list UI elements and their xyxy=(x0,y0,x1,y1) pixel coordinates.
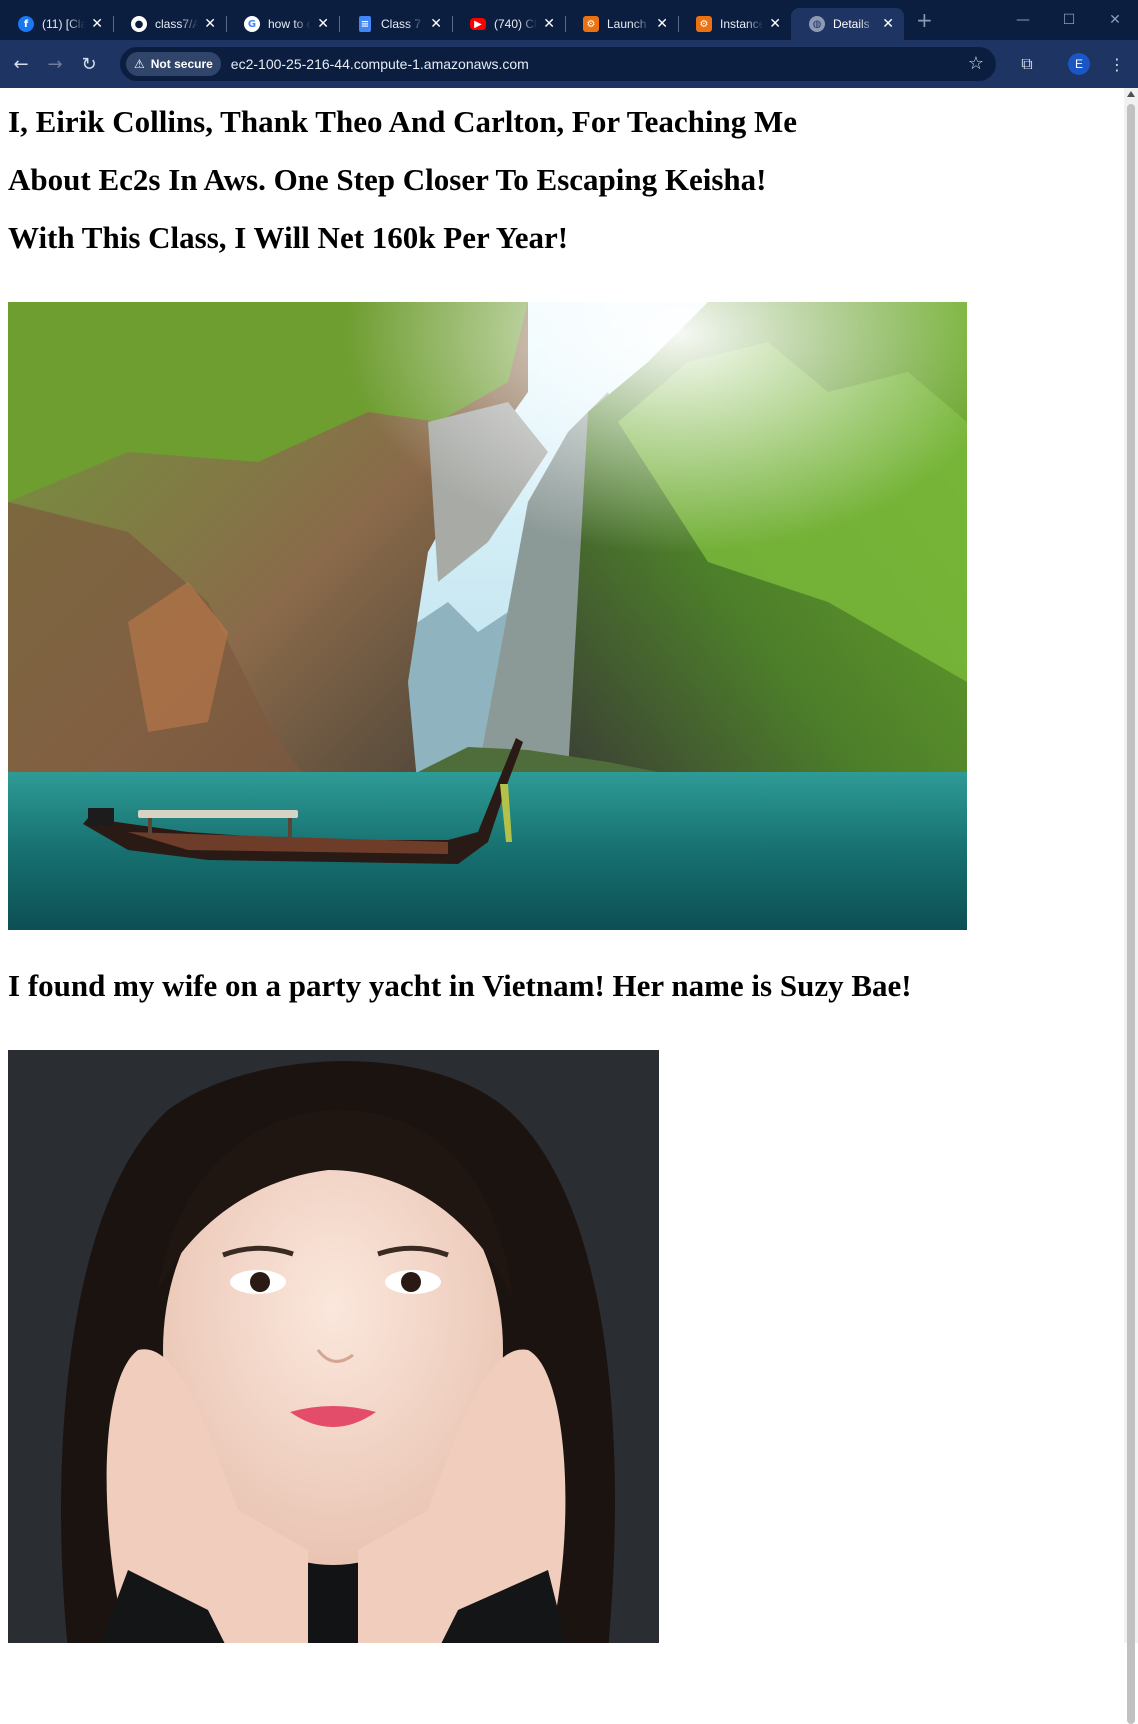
tab-title: Class 7 L xyxy=(381,17,424,31)
window-close-icon[interactable]: ✕ xyxy=(1092,0,1138,40)
portrait-image xyxy=(8,1050,659,1643)
close-icon[interactable]: ✕ xyxy=(430,16,442,32)
heading-thanks: I, Eirik Collins, Thank Theo And Carlton… xyxy=(8,104,797,139)
tab-google-docs[interactable]: ≡ Class 7 L ✕ xyxy=(339,8,452,40)
tab-title: Launch xyxy=(607,17,647,31)
tab-youtube[interactable]: ▶ (740) Cl ✕ xyxy=(452,8,565,40)
tab-strip: f (11) [Cla ✕ ● class7/A ✕ G how to c ✕ … xyxy=(0,0,1138,40)
tab-title: (11) [Cla xyxy=(42,17,86,31)
aws-icon: ⚙ xyxy=(696,16,712,32)
forward-icon[interactable]: → xyxy=(38,47,72,81)
menu-icon[interactable]: ⋮ xyxy=(1100,47,1134,81)
lagoon-boat-image xyxy=(8,302,967,930)
close-icon[interactable]: ✕ xyxy=(91,16,103,32)
minimize-icon[interactable]: — xyxy=(1000,0,1046,40)
warning-icon: ⚠ xyxy=(134,57,145,71)
facebook-icon: f xyxy=(18,16,34,32)
heading-salary: With This Class, I Will Net 160k Per Yea… xyxy=(8,220,569,255)
youtube-icon: ▶ xyxy=(470,18,486,30)
scroll-up-icon[interactable] xyxy=(1127,91,1135,97)
cast-search-icon[interactable]: ⧉ xyxy=(1010,47,1044,81)
tab-facebook[interactable]: f (11) [Cla ✕ xyxy=(0,8,113,40)
close-icon[interactable]: ✕ xyxy=(656,16,668,32)
tab-details[interactable]: ◍ Details ✕ xyxy=(791,8,904,40)
aws-icon: ⚙ xyxy=(583,16,599,32)
maximize-icon[interactable]: ☐ xyxy=(1046,0,1092,40)
avatar: E xyxy=(1068,53,1090,75)
tab-title: Details xyxy=(833,17,870,31)
close-icon[interactable]: ✕ xyxy=(769,16,781,32)
close-icon[interactable]: ✕ xyxy=(543,16,555,32)
tab-title: Instance xyxy=(720,17,764,31)
page-content: I, Eirik Collins, Thank Theo And Carlton… xyxy=(0,88,1124,1643)
tab-github[interactable]: ● class7/A ✕ xyxy=(113,8,226,40)
reload-icon[interactable]: ↻ xyxy=(72,47,106,81)
browser-toolbar: ← → ↻ ⚠ Not secure ec2-100-25-216-44.com… xyxy=(0,40,1138,88)
tab-title: how to c xyxy=(268,17,312,31)
heading-wife: I found my wife on a party yacht in Viet… xyxy=(8,968,912,1003)
close-icon[interactable]: ✕ xyxy=(882,16,894,32)
tab-title: class7/A xyxy=(155,17,199,31)
google-docs-icon: ≡ xyxy=(359,16,371,32)
github-icon: ● xyxy=(131,16,147,32)
globe-icon: ◍ xyxy=(809,16,825,32)
close-icon[interactable]: ✕ xyxy=(317,16,329,32)
profile-button[interactable]: E xyxy=(1062,47,1096,81)
security-chip[interactable]: ⚠ Not secure xyxy=(126,52,221,76)
new-tab-icon[interactable]: + xyxy=(916,8,933,32)
google-icon: G xyxy=(244,16,260,32)
tab-google[interactable]: G how to c ✕ xyxy=(226,8,339,40)
tab-aws-launch[interactable]: ⚙ Launch ✕ xyxy=(565,8,678,40)
scroll-thumb[interactable] xyxy=(1127,104,1135,1724)
page-scrollbar[interactable] xyxy=(1124,88,1138,1724)
close-icon[interactable]: ✕ xyxy=(204,16,216,32)
bookmark-star-icon[interactable]: ☆ xyxy=(968,53,984,74)
back-icon[interactable]: ← xyxy=(4,47,38,81)
address-bar[interactable]: ⚠ Not secure ec2-100-25-216-44.compute-1… xyxy=(120,47,996,81)
tab-title: (740) Cl xyxy=(494,17,537,31)
security-chip-label: Not secure xyxy=(150,57,213,71)
url-text[interactable]: ec2-100-25-216-44.compute-1.amazonaws.co… xyxy=(231,56,529,72)
heading-ec2: About Ec2s In Aws. One Step Closer To Es… xyxy=(8,162,767,197)
tab-aws-instances[interactable]: ⚙ Instance ✕ xyxy=(678,8,791,40)
